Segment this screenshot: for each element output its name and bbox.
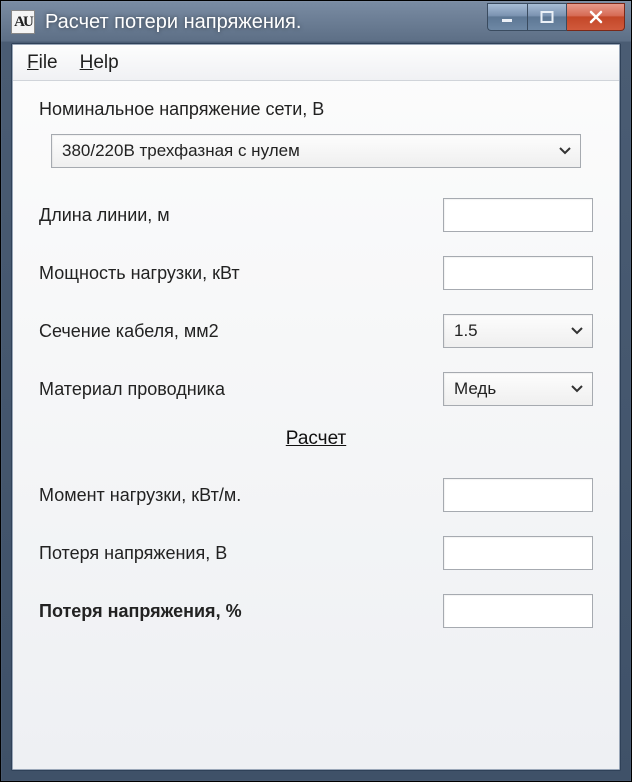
output-voltage-loss-v[interactable] bbox=[443, 536, 593, 570]
menu-file[interactable]: File bbox=[27, 52, 58, 74]
window-controls bbox=[487, 3, 625, 31]
input-line-length[interactable] bbox=[443, 198, 593, 232]
output-load-moment[interactable] bbox=[443, 478, 593, 512]
select-conductor-material[interactable]: Медь bbox=[443, 372, 593, 406]
label-cable-section: Сечение кабеля, мм2 bbox=[39, 321, 219, 342]
label-voltage-loss-pct: Потеря напряжения, % bbox=[39, 601, 242, 622]
label-load-power: Мощность нагрузки, кВт bbox=[39, 263, 240, 284]
application-window: AU Расчет потери напряжения. F bbox=[0, 0, 632, 782]
form-content: Номинальное напряжение сети, В 380/220В … bbox=[13, 81, 619, 769]
close-button[interactable] bbox=[567, 3, 625, 31]
input-load-power[interactable] bbox=[443, 256, 593, 290]
label-conductor-material: Материал проводника bbox=[39, 379, 225, 400]
minimize-icon bbox=[501, 10, 515, 24]
maximize-button[interactable] bbox=[527, 3, 567, 31]
menu-help[interactable]: Help bbox=[80, 52, 119, 74]
maximize-icon bbox=[540, 10, 554, 24]
calculate-button[interactable]: Расчет bbox=[286, 428, 346, 449]
client-area: File Help Номинальное напряжение сети, В… bbox=[12, 44, 620, 770]
label-nominal-voltage: Номинальное напряжение сети, В bbox=[39, 99, 593, 120]
select-cable-section[interactable]: 1.5 bbox=[443, 314, 593, 348]
output-voltage-loss-pct[interactable] bbox=[443, 594, 593, 628]
app-icon: AU bbox=[11, 10, 35, 34]
label-load-moment: Момент нагрузки, кВт/м. bbox=[39, 485, 241, 506]
label-voltage-loss-v: Потеря напряжения, В bbox=[39, 543, 227, 564]
minimize-button[interactable] bbox=[487, 3, 527, 31]
select-nominal-voltage-value: 380/220В трехфазная с нулем bbox=[62, 141, 300, 161]
chevron-down-icon bbox=[558, 146, 572, 156]
select-cable-section-value: 1.5 bbox=[454, 321, 478, 341]
window-title: Расчет потери напряжения. bbox=[45, 11, 487, 34]
label-line-length: Длина линии, м bbox=[39, 205, 170, 226]
menubar: File Help bbox=[13, 45, 619, 81]
select-conductor-material-value: Медь bbox=[454, 379, 496, 399]
close-icon bbox=[588, 9, 604, 25]
titlebar[interactable]: AU Расчет потери напряжения. bbox=[1, 1, 631, 43]
select-nominal-voltage[interactable]: 380/220В трехфазная с нулем bbox=[51, 134, 581, 168]
chevron-down-icon bbox=[570, 326, 584, 336]
chevron-down-icon bbox=[570, 384, 584, 394]
